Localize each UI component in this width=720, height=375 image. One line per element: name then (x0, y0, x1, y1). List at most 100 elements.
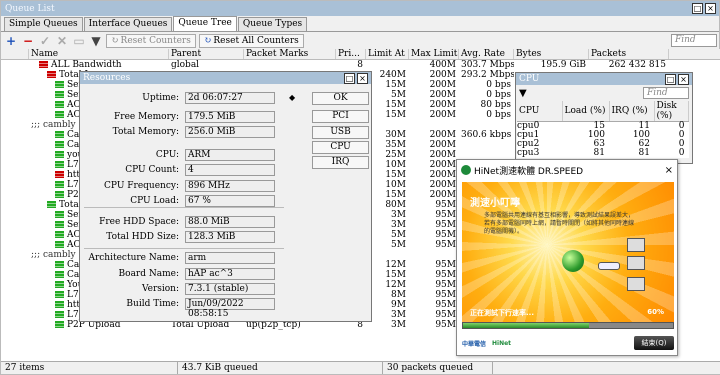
resources-title: Resources (83, 73, 131, 83)
resources-close-button[interactable]: × (357, 72, 368, 84)
add-icon[interactable]: + (4, 34, 18, 48)
resource-label: Uptime: (142, 93, 179, 103)
queue-max-limit: 95M (435, 310, 456, 320)
pci-button[interactable]: PCI (312, 110, 369, 123)
cpu-titlebar[interactable]: CPU □ × (516, 73, 692, 85)
resource-field: CPU Frequency: 896 MHz (80, 180, 275, 192)
resource-label: Board Name: (118, 269, 179, 279)
resource-value: hAP ac^3 (185, 268, 275, 280)
speedtest-close-icon[interactable]: × (665, 165, 677, 176)
row-flag (1, 80, 29, 90)
cpu-col-disk[interactable]: Disk (%) (654, 101, 689, 122)
row-flag (1, 290, 29, 300)
col-header-limit-at[interactable]: Limit At ... (366, 49, 409, 59)
table-row[interactable]: ALL Bandwidth global 8 400M 303.7 Mbps 195.9 … (1, 60, 720, 70)
comment-icon[interactable]: ▭ (72, 34, 86, 48)
queue-avg-rate: 360.6 kbps (461, 130, 512, 140)
queue-icon (55, 81, 64, 88)
cpu-disk: 0 (678, 148, 685, 158)
tab-queue-tree[interactable]: Queue Tree (173, 16, 237, 31)
col-header-name[interactable]: Name (29, 49, 169, 59)
queue-avg-rate: 80 bps (480, 100, 511, 110)
row-flag (1, 310, 29, 320)
row-flag (1, 160, 29, 170)
queue-icon (47, 71, 56, 78)
cpu-close-button[interactable]: × (678, 73, 689, 85)
cpu-find-input[interactable]: Find (643, 87, 689, 99)
cpu-filter-icon[interactable]: ▼ (519, 88, 643, 99)
speedtest-banner: 測速小叮嚀 多部電腦共用連線有基互相影響，導致測試結果誤差大，若有多部電腦同時上… (462, 182, 674, 322)
queue-limit-at: 15M (385, 110, 406, 120)
cpu-col-irq[interactable]: IRQ (%) (609, 101, 655, 122)
find-input[interactable]: Find (671, 34, 717, 47)
tab-simple-queues[interactable]: Simple Queues (4, 17, 83, 31)
remove-icon[interactable]: − (21, 34, 35, 48)
resource-field: Total HDD Size: 128.3 MiB (80, 231, 275, 243)
queue-limit-at (366, 250, 409, 260)
tab-interface-queues[interactable]: Interface Queues (83, 17, 173, 31)
resource-value: arm (185, 252, 275, 264)
cpu-row[interactable]: cpu3 81 81 0 (517, 149, 689, 158)
queue-limit-at: 25M (385, 150, 406, 160)
irq-button[interactable]: IRQ (312, 156, 369, 169)
resources-maximize-button[interactable]: □ (344, 72, 355, 84)
col-header-priority[interactable]: Pri... (336, 49, 366, 59)
cpu-col-cpu[interactable]: CPU (517, 101, 563, 122)
filter-icon[interactable]: ▼ (89, 34, 103, 48)
col-header-packet-marks[interactable]: Packet Marks (244, 49, 336, 59)
col-header-avg-rate[interactable]: Avg. Rate (459, 49, 514, 59)
resource-label: CPU Count: (125, 165, 179, 175)
close-button[interactable]: × (705, 3, 716, 14)
row-flag (1, 100, 29, 110)
row-flag (1, 180, 29, 190)
row-flag (1, 90, 29, 100)
row-flag (1, 120, 29, 130)
queue-icon (55, 231, 64, 238)
row-flag (1, 150, 29, 160)
queue-limit-at: 15M (385, 270, 406, 280)
status-queued-bytes: 43.7 KiB queued (178, 362, 383, 374)
queue-icon (55, 181, 64, 188)
col-header-parent[interactable]: Parent (169, 49, 244, 59)
cpu-table-body: cpu0 15 11 0 cpu1 100 100 0 cpu2 63 62 0 cpu3 81 81 0 (517, 122, 689, 159)
speedtest-progress-bar (462, 322, 674, 329)
queue-max-limit: 200M (429, 160, 456, 170)
cpu-button[interactable]: CPU (312, 141, 369, 154)
window-titlebar[interactable]: Queue List □ × (1, 1, 719, 16)
queue-icon (55, 151, 64, 158)
cpu-maximize-button[interactable]: □ (665, 73, 676, 85)
resource-value: Jun/09/2022 08:58:15 (185, 298, 275, 319)
queue-icon (55, 281, 64, 288)
queue-limit-at: 12M (385, 280, 406, 290)
reset-all-counters-button[interactable]: ↻ Reset All Counters (198, 33, 304, 48)
collapse-icon[interactable]: ◆ (289, 93, 295, 102)
tab-queue-types[interactable]: Queue Types (237, 17, 308, 31)
queue-avg-rate: 0 bps (486, 80, 511, 90)
resources-titlebar[interactable]: Resources □ × (80, 72, 371, 84)
queue-max-limit: 200M (429, 150, 456, 160)
resource-label: Version: (141, 284, 179, 294)
speedtest-title: HiNet測速軟體 DR.SPEED (474, 166, 584, 177)
col-header-packets[interactable]: Packets (589, 49, 669, 59)
enable-icon[interactable]: ✓ (38, 34, 52, 48)
col-header[interactable] (1, 49, 29, 59)
resource-label: CPU Frequency: (104, 181, 179, 191)
disable-icon[interactable]: ✕ (55, 34, 69, 48)
cpu-col-load[interactable]: Load (%) (562, 101, 610, 122)
ok-button[interactable]: OK (312, 92, 369, 105)
row-flag (1, 320, 29, 330)
queue-name: ALL Bandwidth (29, 60, 169, 70)
maximize-button[interactable]: □ (692, 3, 703, 14)
queue-avg-rate (459, 120, 514, 130)
resource-value: 88.0 MiB (185, 216, 275, 228)
row-flag (1, 230, 29, 240)
speedtest-titlebar[interactable]: HiNet測速軟體 DR.SPEED × (457, 160, 677, 180)
resource-value: ARM (185, 149, 275, 161)
usb-button[interactable]: USB (312, 126, 369, 139)
cpu-table: CPU Load (%) IRQ (%) Disk (%) cpu0 15 11 0 c… (517, 101, 689, 158)
col-header-bytes[interactable]: Bytes (514, 49, 589, 59)
col-header-max-limit[interactable]: Max Limit ... (409, 49, 459, 59)
queue-icon (55, 91, 64, 98)
end-button[interactable]: 結束(Q) (634, 336, 674, 350)
reset-counters-button[interactable]: ↻ Reset Counters (106, 33, 196, 48)
